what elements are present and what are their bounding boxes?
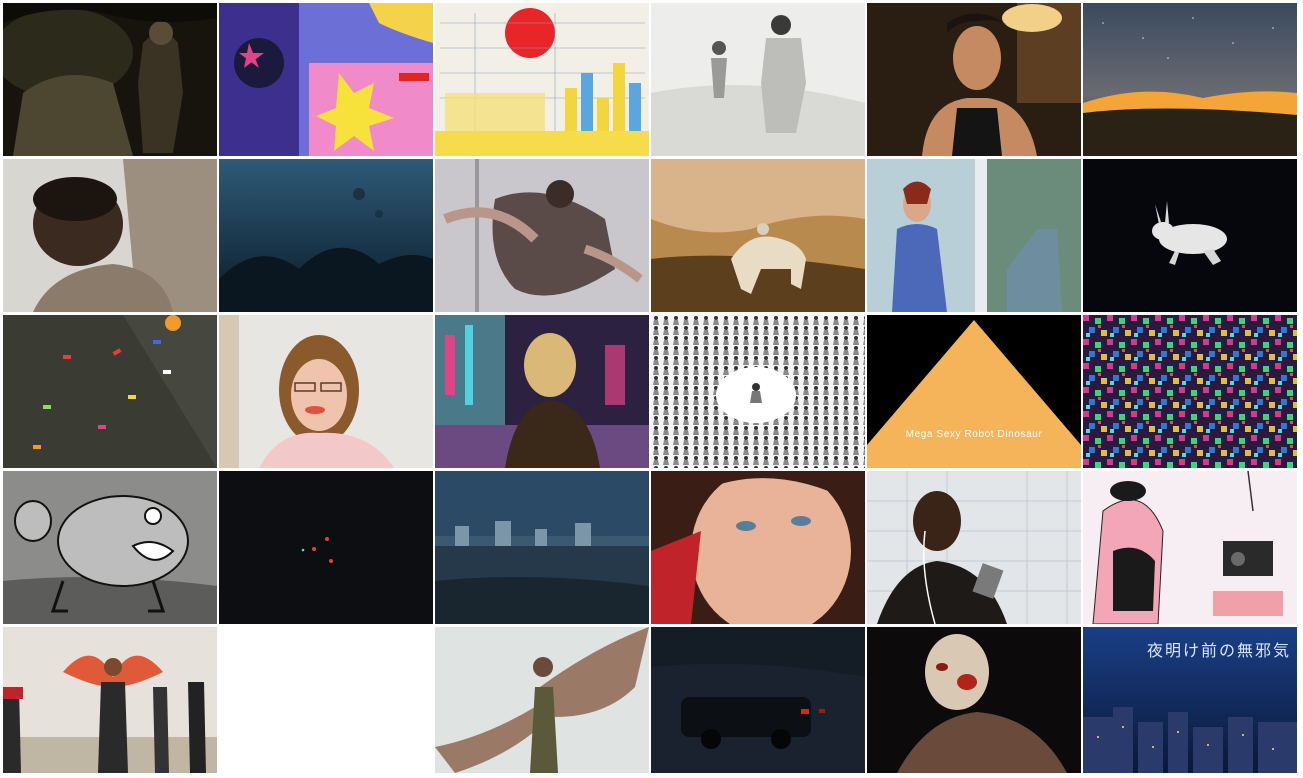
tile-man-earphones bbox=[867, 471, 1081, 624]
tile-caption: Mega Sexy Robot Dinosaur bbox=[905, 429, 1043, 440]
tile-dark-forest-rider bbox=[3, 3, 217, 156]
tile-man-looking-down bbox=[3, 159, 217, 312]
tile-caption: 夜明け前の無邪気 bbox=[1146, 641, 1291, 660]
tile-underwater-blue bbox=[219, 159, 433, 312]
tile-neon-street-woman bbox=[435, 315, 649, 468]
tile-orange-triangle-title: Mega Sexy Robot Dinosaur bbox=[867, 315, 1081, 468]
tile-infographic-chart bbox=[435, 3, 649, 156]
tile-woman-glasses bbox=[219, 315, 433, 468]
tile-dancers-embrace bbox=[435, 159, 649, 312]
tile-wounded-figure bbox=[867, 627, 1081, 773]
tile-red-wings-performers bbox=[3, 627, 217, 773]
tile-empty-white bbox=[219, 627, 433, 773]
tile-car-at-night bbox=[651, 627, 865, 773]
tile-illustrated-figures bbox=[219, 3, 433, 156]
tile-climbing-wall bbox=[3, 315, 217, 468]
tile-freckled-boy bbox=[651, 471, 865, 624]
tile-painted-horses bbox=[651, 159, 865, 312]
tile-winged-figure bbox=[435, 627, 649, 773]
tile-blue-night-city: 夜明け前の無邪気 bbox=[1083, 627, 1297, 773]
tile-man-tank-top bbox=[867, 3, 1081, 156]
collage-grid: Mega Sexy Robot Dinosaur 夜明け前の無邪気 bbox=[3, 3, 1298, 775]
tile-night-sky-city bbox=[1083, 3, 1297, 156]
tile-dark-red-lights bbox=[219, 471, 433, 624]
tile-white-landscape-figures bbox=[651, 3, 865, 156]
tile-white-rabbit bbox=[1083, 159, 1297, 312]
tile-woman-blue-scrubs bbox=[867, 159, 1081, 312]
tile-cartoon-monster bbox=[3, 471, 217, 624]
tile-crowd-circle bbox=[651, 315, 865, 468]
tile-color-noise bbox=[1083, 315, 1297, 468]
tile-pink-bather bbox=[1083, 471, 1297, 624]
tile-dusk-field bbox=[435, 471, 649, 624]
